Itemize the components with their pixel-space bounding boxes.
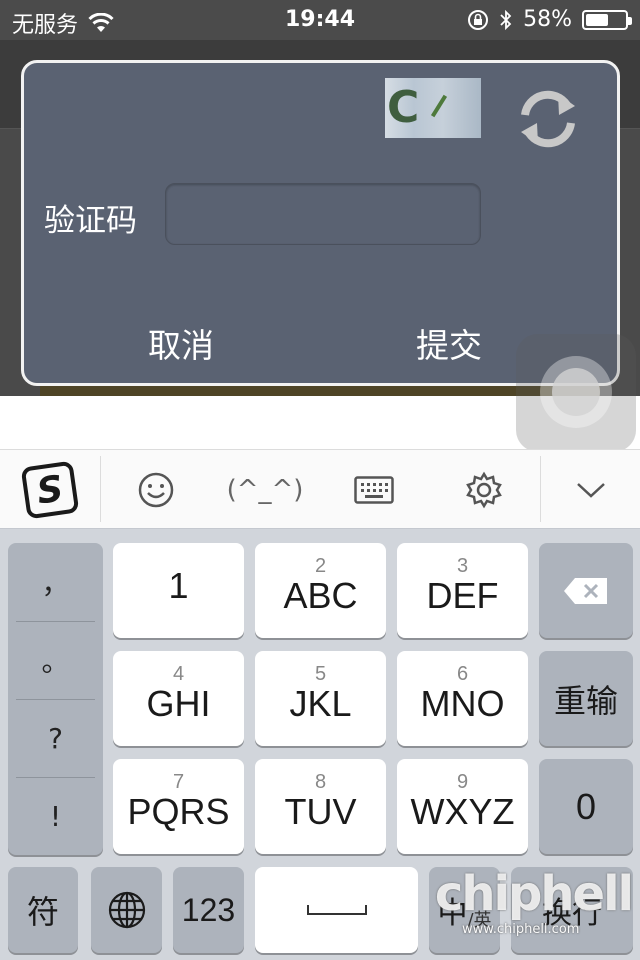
symbol-key[interactable]: 符 <box>8 867 78 953</box>
newline-label: 换行 <box>542 896 602 931</box>
language-label: 中 /英 <box>437 888 491 932</box>
key-digit: 5 <box>314 662 327 685</box>
settings-gear-icon <box>466 471 502 508</box>
emoji-icon <box>138 472 174 507</box>
key-5-jkl[interactable]: 5 JKL <box>255 651 386 746</box>
captcha-label: 验证码 <box>44 203 137 239</box>
key-letters: MNO <box>420 682 505 724</box>
punctuation-period-key[interactable]: 。 <box>8 621 103 699</box>
key-6-mno[interactable]: 6 MNO <box>397 651 528 746</box>
keyboard-toolbar: S (^_^) <box>0 449 640 528</box>
globe-key[interactable] <box>91 867 162 953</box>
number-mode-label: 123 <box>181 891 236 928</box>
sogou-logo-icon: S <box>20 460 80 519</box>
key-letters: ABC <box>283 574 358 616</box>
assistive-touch-dot <box>552 368 600 416</box>
number-mode-key[interactable]: 123 <box>173 867 244 953</box>
retype-label: 重输 <box>553 681 618 720</box>
submit-button[interactable]: 提交 <box>416 319 482 367</box>
key-letters: GHI <box>146 682 211 724</box>
key-letters: PQRS <box>127 790 230 832</box>
globe-icon <box>108 891 145 929</box>
key-letters: JKL <box>289 682 352 724</box>
keyboard-switch-button[interactable] <box>328 450 420 529</box>
emoji-button[interactable] <box>110 450 202 529</box>
status-right: 58% <box>467 7 632 32</box>
punctuation-column: ， 。 ? ! <box>8 543 103 855</box>
space-key[interactable] <box>255 867 418 953</box>
key-digit: 4 <box>172 662 185 685</box>
key-digit: 9 <box>456 770 469 793</box>
t9-keyboard: ， 。 ? ! 1 2 ABC 3 DEF 4 GHI 5 JKL 6 MNO <box>0 528 640 960</box>
symbol-label: 符 <box>26 893 59 931</box>
key-digit: 7 <box>172 770 185 793</box>
language-sub-label: /英 <box>467 910 492 931</box>
delete-key[interactable] <box>539 543 633 638</box>
captcha-image[interactable]: C <box>385 78 481 138</box>
key-1[interactable]: 1 <box>113 543 244 638</box>
emoticon-label: (^_^) <box>226 474 304 505</box>
space-icon <box>306 905 367 915</box>
key-letters: DEF <box>426 574 499 616</box>
key-zero-label: 0 <box>575 785 597 827</box>
backspace-icon <box>564 577 607 604</box>
key-digit: 6 <box>456 662 469 685</box>
key-digit: 2 <box>314 554 327 577</box>
key-9-wxyz[interactable]: 9 WXYZ <box>397 759 528 854</box>
sogou-logo-button[interactable]: S <box>0 450 100 529</box>
key-2-abc[interactable]: 2 ABC <box>255 543 386 638</box>
battery-percent: 58% <box>523 7 572 32</box>
language-switch-key[interactable]: 中 /英 <box>429 867 500 953</box>
key-digit: 8 <box>314 770 327 793</box>
captcha-input[interactable] <box>165 183 481 245</box>
key-digit: 3 <box>456 554 469 577</box>
punctuation-question-key[interactable]: ? <box>8 699 103 777</box>
key-3-def[interactable]: 3 DEF <box>397 543 528 638</box>
bluetooth-icon <box>500 9 512 30</box>
assistive-touch-button[interactable] <box>516 334 636 452</box>
language-main-label: 中 <box>437 896 468 931</box>
toolbar-divider <box>540 456 541 522</box>
key-0[interactable]: 0 <box>539 759 633 854</box>
key-4-ghi[interactable]: 4 GHI <box>113 651 244 746</box>
punctuation-comma-key[interactable]: ， <box>8 543 103 621</box>
key-7-pqrs[interactable]: 7 PQRS <box>113 759 244 854</box>
keyboard-icon <box>354 475 394 504</box>
punctuation-exclamation-key[interactable]: ! <box>8 777 103 855</box>
key-letters: WXYZ <box>410 790 515 832</box>
status-bar: 无服务 19:44 58% <box>0 0 640 40</box>
refresh-icon[interactable] <box>517 88 579 150</box>
battery-level <box>586 13 609 26</box>
key-8-tuv[interactable]: 8 TUV <box>255 759 386 854</box>
captcha-noise-stroke <box>430 94 448 118</box>
captcha-text: C <box>387 82 420 133</box>
settings-button[interactable] <box>438 450 530 529</box>
retype-key[interactable]: 重输 <box>539 651 633 746</box>
cancel-button[interactable]: 取消 <box>148 319 214 367</box>
battery-icon <box>582 9 632 30</box>
emoticon-button[interactable]: (^_^) <box>220 450 310 529</box>
newline-key[interactable]: 换行 <box>511 867 633 953</box>
hide-keyboard-button[interactable] <box>542 450 640 529</box>
key-letters: 1 <box>168 564 189 606</box>
key-letters: TUV <box>284 790 357 832</box>
orientation-lock-icon <box>468 9 489 30</box>
toolbar-divider <box>100 456 101 522</box>
chevron-down-icon <box>577 482 605 498</box>
